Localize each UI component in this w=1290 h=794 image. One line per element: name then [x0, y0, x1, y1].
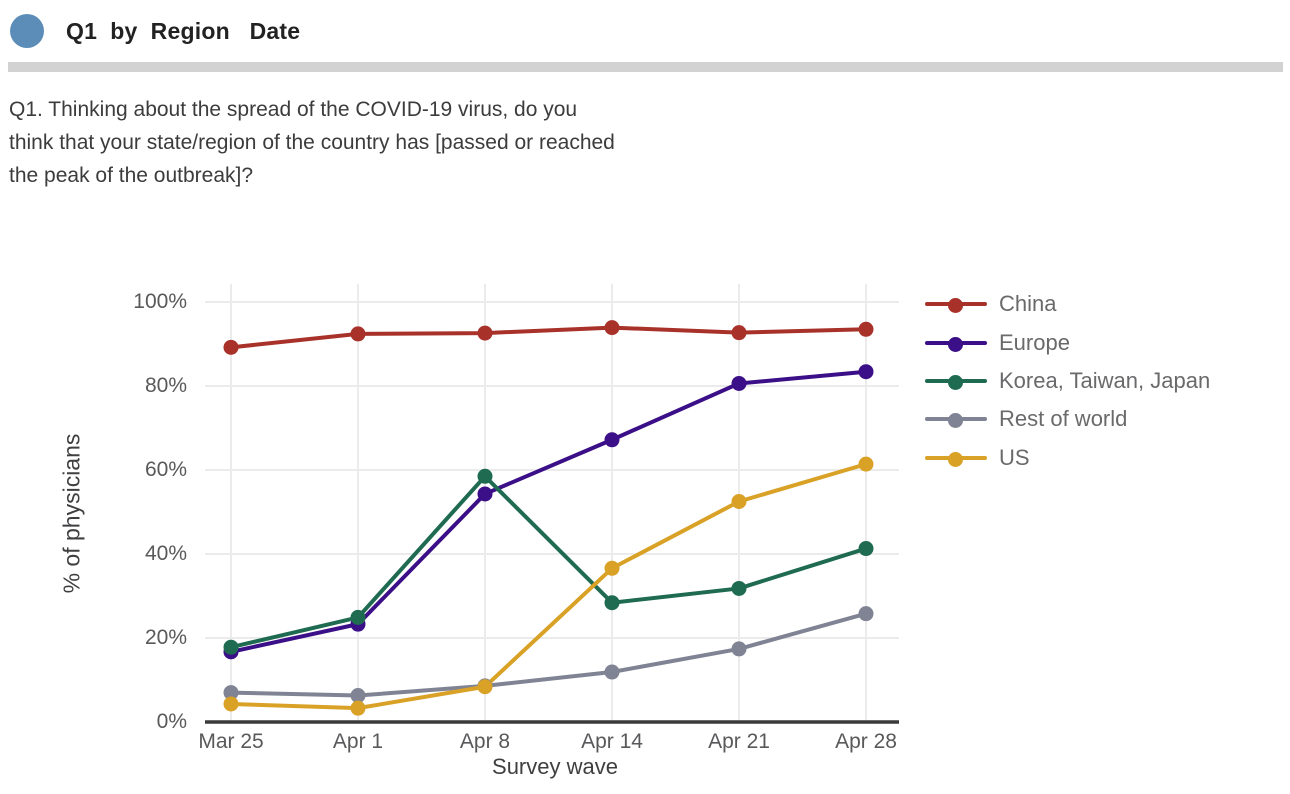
legend-swatch-icon — [925, 373, 987, 390]
data-point — [858, 541, 874, 557]
data-point — [223, 339, 239, 355]
legend-item-3[interactable]: Rest of world — [925, 400, 1275, 438]
data-point — [350, 326, 366, 342]
legend-dot — [948, 413, 963, 429]
app-header: Q1 by Region Date — [0, 0, 1290, 62]
chart-svg — [205, 284, 899, 724]
legend-label: China — [999, 291, 1057, 317]
data-point — [477, 468, 493, 484]
data-point — [477, 486, 493, 502]
series-line-0 — [229, 325, 868, 350]
data-point — [604, 664, 620, 680]
data-point — [858, 321, 874, 337]
data-point — [604, 432, 620, 448]
data-point — [858, 606, 874, 622]
data-point — [731, 580, 747, 596]
legend-label: Korea, Taiwan, Japan — [999, 367, 1211, 393]
y-tick-label: 80% — [144, 374, 187, 397]
legend-label: Europe — [999, 329, 1070, 355]
legend-label: US — [999, 444, 1030, 470]
chart-legend: China Europe Korea, Taiwan, Japan Rest of w… — [925, 285, 1275, 477]
legend-dot — [948, 451, 963, 467]
header-divider — [8, 62, 1283, 72]
status-dot-icon — [10, 14, 44, 48]
question-text: Q1. Thinking about the spread of the COV… — [9, 98, 615, 187]
legend-swatch-icon — [925, 296, 987, 314]
line-chart-plot — [205, 270, 905, 738]
series-line-1 — [229, 369, 868, 654]
chart-container: % of physicians 0% 20% 40% 60% 80% 100% Mar 2… — [0, 230, 1290, 794]
x-axis-tick-labels: Mar 25 Apr 1 Apr 8 Apr 14 Apr 21 Apr 28 — [198, 708, 905, 753]
y-tick-label: 40% — [144, 542, 187, 565]
y-tick-label: 60% — [144, 458, 187, 481]
legend-dot — [948, 298, 963, 314]
y-tick-label: 20% — [144, 626, 187, 649]
y-axis-tick-labels: 0% 20% 40% 60% 80% 100% — [100, 270, 195, 738]
data-point — [858, 364, 874, 380]
x-tick-label: Apr 28 — [835, 730, 897, 753]
x-tick-label: Apr 14 — [581, 730, 643, 753]
data-point — [731, 494, 747, 509]
page-title: Q1 by Region Date — [66, 17, 301, 44]
legend-dot — [948, 374, 963, 390]
legend-item-0[interactable]: China — [925, 285, 1275, 323]
data-point — [604, 560, 620, 576]
x-tick-label: Apr 1 — [332, 730, 384, 753]
y-tick-label: 0% — [156, 710, 187, 733]
legend-swatch-icon — [925, 411, 987, 429]
data-point — [731, 375, 747, 391]
data-point — [477, 325, 493, 341]
data-point — [858, 456, 874, 472]
plot-area: % of physicians 0% 20% 40% 60% 80% 100% Mar 2… — [0, 230, 940, 794]
legend-label: Rest of world — [999, 406, 1128, 432]
data-point — [604, 595, 620, 611]
data-point — [477, 679, 493, 695]
x-tick-label: Apr 21 — [708, 730, 770, 753]
legend-swatch-icon — [925, 335, 987, 352]
y-axis-title: % of physicians — [58, 433, 85, 594]
legend-swatch-icon — [925, 450, 987, 467]
legend-item-4[interactable]: US — [925, 439, 1275, 477]
y-tick-label: 100% — [133, 290, 187, 313]
legend-dot — [948, 336, 963, 352]
x-tick-label: Mar 25 — [198, 730, 264, 753]
series-line-2 — [229, 474, 868, 650]
data-point — [350, 609, 366, 625]
legend-item-1[interactable]: Europe — [925, 323, 1275, 361]
data-point — [604, 320, 620, 336]
data-point — [223, 639, 239, 655]
x-axis-title: Survey wave — [492, 754, 618, 779]
x-tick-label: Apr 8 — [459, 730, 511, 753]
legend-item-2[interactable]: Korea, Taiwan, Japan — [925, 362, 1275, 400]
data-point — [731, 325, 747, 341]
series-line-4 — [229, 462, 868, 711]
data-point — [731, 641, 747, 657]
